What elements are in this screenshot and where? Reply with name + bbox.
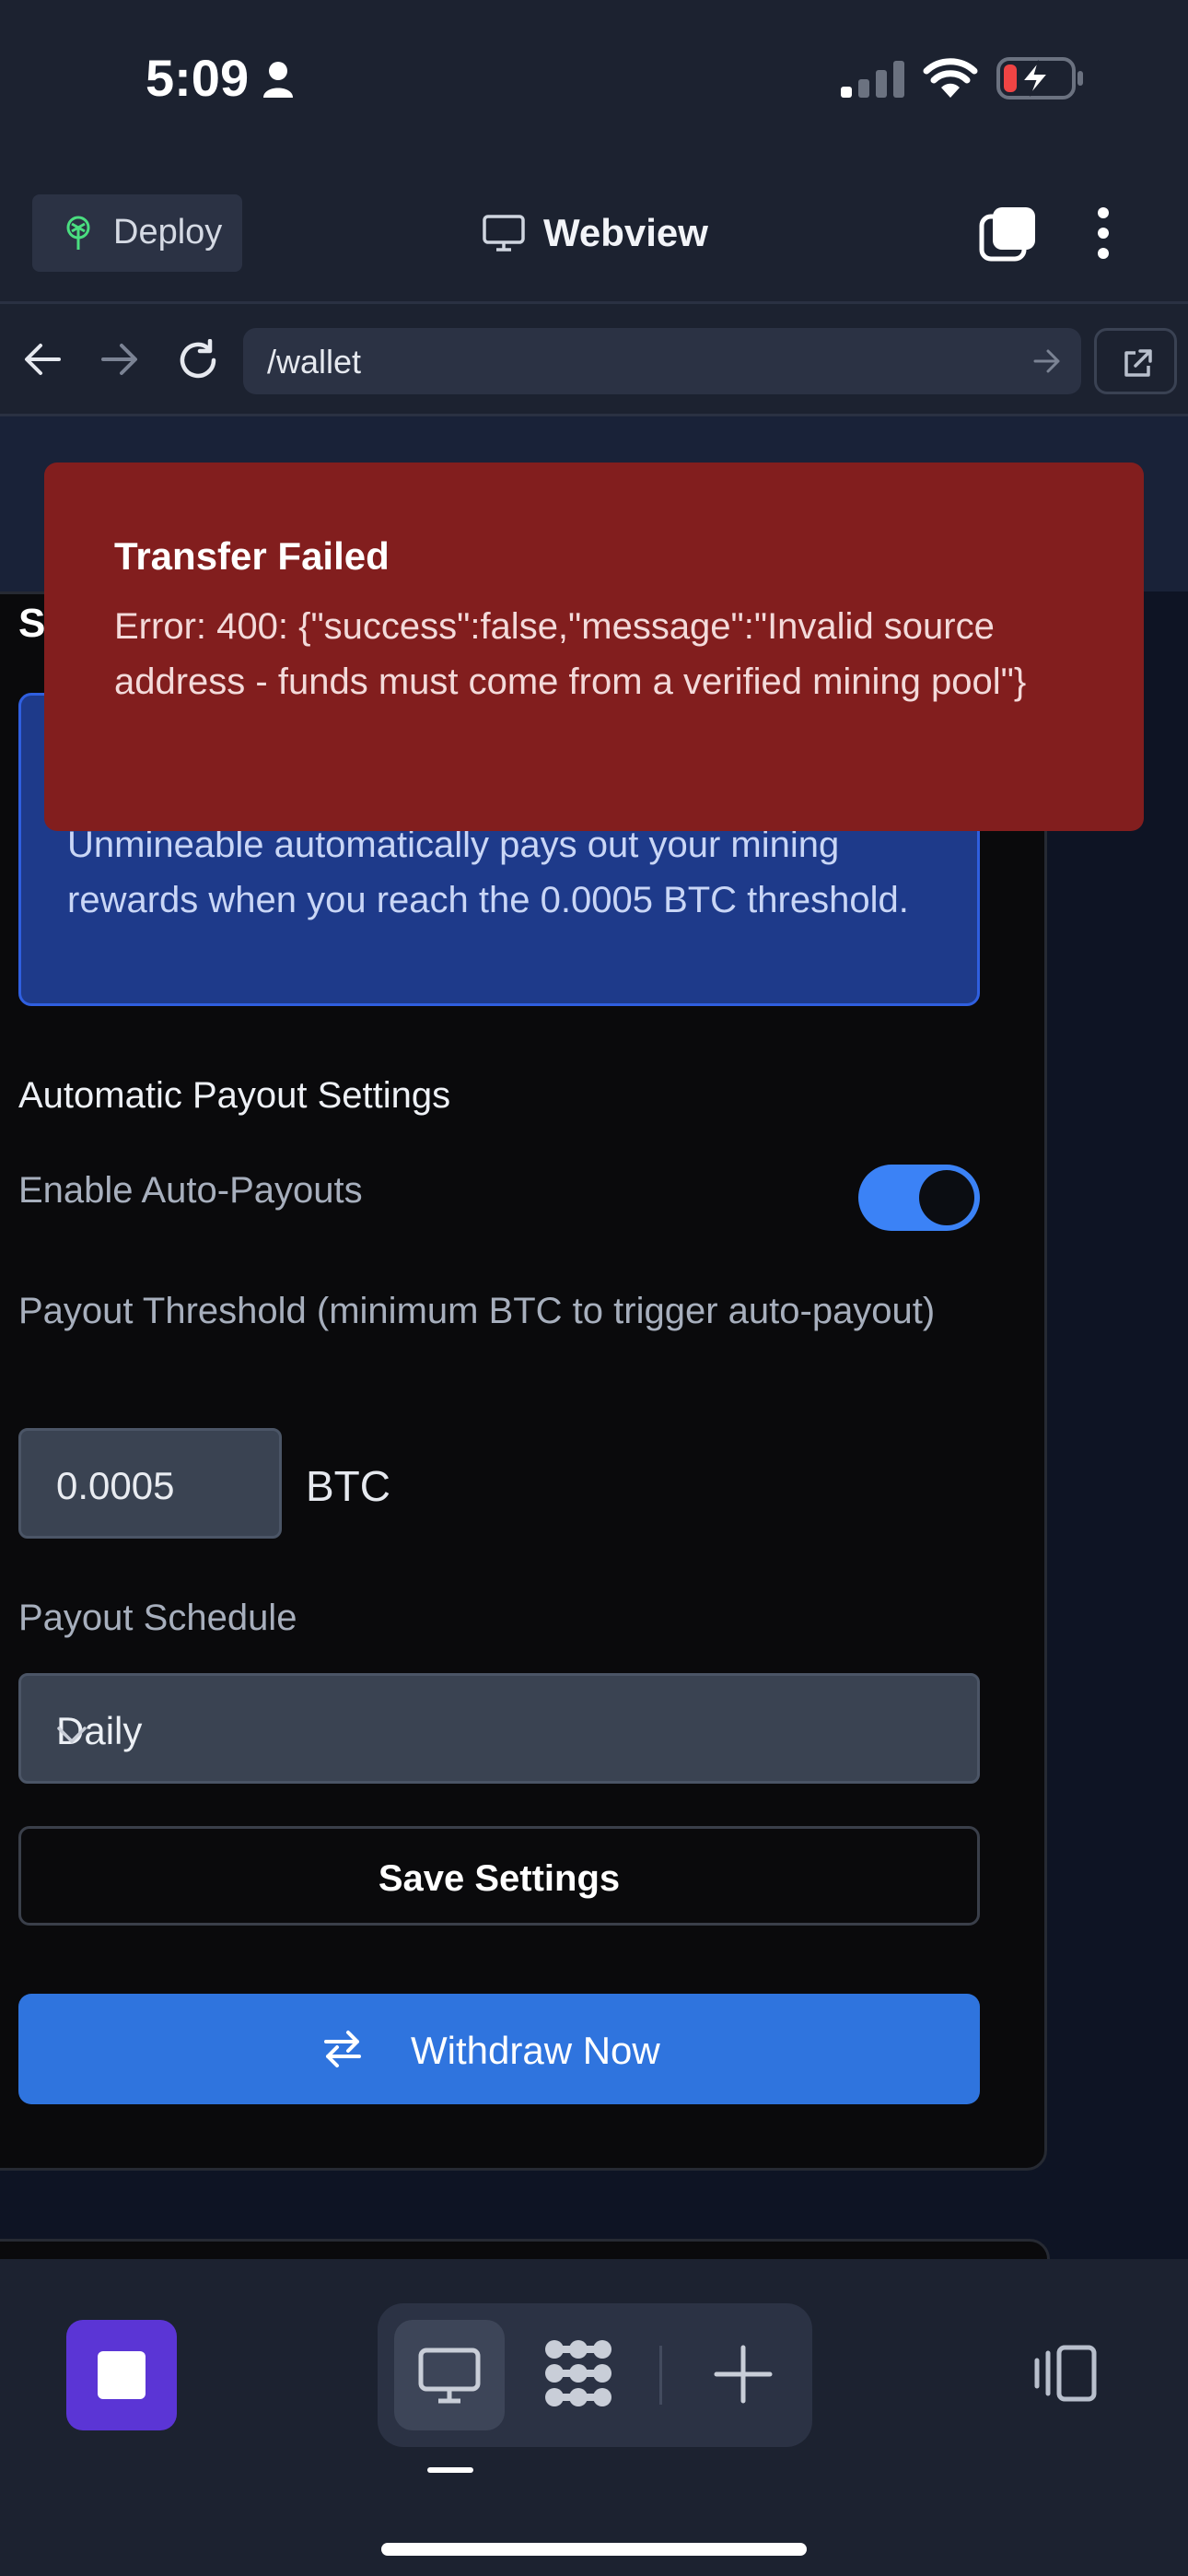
tools-grid-icon[interactable] (542, 2336, 615, 2415)
threshold-input[interactable]: 0.0005 (18, 1428, 282, 1539)
transfer-arrows-icon (322, 2029, 363, 2074)
save-settings-button[interactable]: Save Settings (18, 1826, 980, 1926)
threshold-value: 0.0005 (56, 1464, 175, 1507)
split-view-icon[interactable] (1033, 2344, 1098, 2407)
schedule-label: Payout Schedule (18, 1598, 297, 1638)
deploy-icon (60, 215, 97, 256)
active-tab-indicator (427, 2467, 473, 2473)
toast-title: Transfer Failed (114, 534, 390, 578)
desktop-view-button[interactable] (394, 2320, 505, 2430)
url-bar-row: /wallet (0, 304, 1188, 416)
person-icon (262, 61, 294, 102)
deploy-label: Deploy (113, 213, 223, 252)
next-card (0, 2239, 1050, 2259)
forward-arrow-icon[interactable] (101, 343, 138, 381)
withdraw-now-label: Withdraw Now (411, 2029, 660, 2072)
toolbar-divider (659, 2346, 662, 2405)
monitor-icon (483, 215, 525, 256)
battery-charging-icon (996, 57, 1085, 104)
info-notice-text: Unmineable automatically pays out your m… (67, 825, 909, 920)
app-header: Deploy Webview (0, 161, 1188, 304)
withdraw-now-button[interactable]: Withdraw Now (18, 1994, 980, 2104)
schedule-select[interactable]: Daily (18, 1673, 980, 1784)
toast-message: Error: 400: {"success":false,"message":"… (114, 606, 1027, 702)
go-arrow-icon[interactable] (1033, 348, 1061, 379)
section-title: Automatic Payout Settings (18, 1075, 451, 1116)
back-arrow-icon[interactable] (24, 343, 61, 381)
more-options-icon[interactable] (1092, 205, 1114, 265)
tool-switcher (378, 2303, 812, 2447)
toggle-knob (919, 1170, 974, 1225)
chevron-down-icon (56, 1709, 937, 1753)
card-heading: S (18, 601, 46, 646)
save-settings-label: Save Settings (378, 1858, 621, 1899)
auto-payout-toggle[interactable] (858, 1165, 980, 1231)
error-toast[interactable]: Transfer Failed Error: 400: {"success":f… (44, 463, 1144, 831)
wifi-icon (923, 57, 978, 102)
threshold-label: Payout Threshold (minimum BTC to trigger… (18, 1291, 936, 1331)
url-input[interactable]: /wallet (243, 328, 1081, 394)
status-time: 5:09 (146, 49, 250, 107)
open-external-button[interactable] (1094, 328, 1177, 394)
deploy-button[interactable]: Deploy (32, 194, 242, 272)
threshold-unit: BTC (306, 1462, 390, 1510)
tabs-icon[interactable] (978, 205, 1037, 269)
stop-square-icon (98, 2351, 146, 2399)
bottom-toolbar (0, 2259, 1188, 2576)
add-icon[interactable] (711, 2342, 775, 2411)
app-stop-button[interactable] (66, 2320, 177, 2430)
monitor-icon (418, 2348, 481, 2404)
cellular-signal-icon (841, 61, 905, 102)
header-title: Webview (543, 211, 708, 254)
home-indicator[interactable] (381, 2543, 807, 2556)
reload-icon[interactable] (177, 338, 219, 386)
url-text: /wallet (267, 343, 362, 381)
status-bar: 5:09 (0, 0, 1188, 161)
auto-payout-label: Enable Auto-Payouts (18, 1170, 363, 1211)
external-link-icon (1124, 349, 1152, 377)
